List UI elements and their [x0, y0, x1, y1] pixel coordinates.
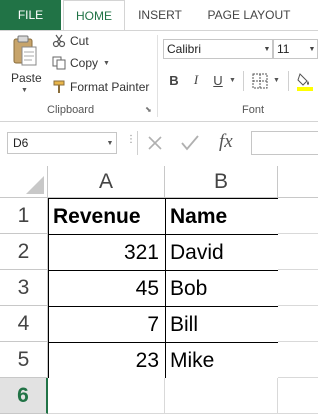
- cell-a1[interactable]: Revenue: [48, 198, 166, 235]
- cell-c2[interactable]: [278, 234, 318, 270]
- cancel-icon[interactable]: [146, 134, 164, 152]
- row-header-2[interactable]: 2: [0, 234, 48, 270]
- insert-function-icon[interactable]: fx: [219, 131, 233, 153]
- enter-checkmark-icon[interactable]: [180, 134, 200, 152]
- chevron-down-icon: ▼: [21, 87, 28, 94]
- copy-icon: [52, 56, 66, 70]
- tab-home[interactable]: HOME: [63, 0, 125, 30]
- chevron-down-icon[interactable]: ▼: [229, 77, 236, 84]
- cell-b1[interactable]: Name: [165, 198, 279, 235]
- cell-c6[interactable]: [278, 378, 318, 414]
- cell-c4[interactable]: [278, 306, 318, 342]
- cell-b5[interactable]: Mike: [165, 342, 279, 379]
- cell-a4[interactable]: 7: [48, 306, 166, 343]
- formula-input[interactable]: [251, 131, 318, 155]
- cell-b4[interactable]: Bill: [165, 306, 279, 343]
- row-header-3[interactable]: 3: [0, 270, 48, 306]
- cell-b6[interactable]: [165, 378, 278, 414]
- select-all-corner[interactable]: [0, 166, 48, 198]
- cell-a2[interactable]: 321: [48, 234, 166, 271]
- fill-color-icon[interactable]: [296, 71, 314, 91]
- spreadsheet-grid: A B 1 2 3 4 5 6 Revenue Name 321 David 4…: [0, 166, 318, 414]
- bold-button[interactable]: B: [165, 71, 183, 89]
- font-name-value: Calibri: [167, 42, 202, 56]
- cell-c5[interactable]: [278, 342, 318, 378]
- row-header-6[interactable]: 6: [0, 378, 48, 414]
- column-header-a[interactable]: A: [48, 166, 165, 198]
- italic-button[interactable]: I: [187, 71, 205, 89]
- cell-c1[interactable]: [278, 198, 318, 234]
- font-size-value: 11: [277, 42, 290, 56]
- cell-a3[interactable]: 45: [48, 270, 166, 307]
- font-group-label: Font: [242, 104, 265, 116]
- separator: [288, 71, 289, 91]
- formula-bar-handle[interactable]: ⋮: [126, 134, 136, 145]
- borders-icon[interactable]: [252, 73, 268, 89]
- row-header-1[interactable]: 1: [0, 198, 48, 234]
- format-painter-button[interactable]: Format Painter: [52, 80, 149, 94]
- underline-button[interactable]: U: [209, 71, 227, 89]
- name-box[interactable]: D6 ▼: [7, 132, 117, 154]
- column-header-c[interactable]: [278, 166, 318, 198]
- chevron-down-icon: ▼: [263, 45, 271, 53]
- paste-button[interactable]: Paste ▼: [8, 35, 44, 97]
- dialog-launcher-icon[interactable]: ⬊: [145, 105, 152, 114]
- row-header-5[interactable]: 5: [0, 342, 48, 378]
- separator: [243, 71, 244, 91]
- paintbrush-icon: [53, 80, 65, 93]
- cell-b2[interactable]: David: [165, 234, 279, 271]
- chevron-down-icon: ▼: [106, 139, 114, 147]
- tab-page-layout[interactable]: PAGE LAYOUT: [200, 0, 298, 30]
- cut-button[interactable]: Cut: [52, 34, 89, 48]
- copy-label: Copy: [70, 56, 99, 70]
- ribbon: Paste ▼ Cut Copy ▼ Format Painter Clipbo…: [0, 30, 318, 122]
- cell-a6[interactable]: [48, 378, 165, 414]
- file-tab[interactable]: FILE: [0, 0, 61, 30]
- ribbon-tab-bar: FILE HOME INSERT PAGE LAYOUT: [0, 0, 318, 30]
- clipboard-group-label: Clipboard: [47, 104, 95, 116]
- paste-label: Paste: [11, 71, 42, 85]
- formula-bar: D6 ▼ ⋮ fx: [0, 122, 318, 166]
- group-divider: [157, 35, 158, 117]
- copy-button[interactable]: Copy ▼: [52, 56, 110, 70]
- name-box-value: D6: [13, 136, 29, 150]
- cell-c3[interactable]: [278, 270, 318, 306]
- row-header-4[interactable]: 4: [0, 306, 48, 342]
- column-header-b[interactable]: B: [165, 166, 278, 198]
- chevron-down-icon: ▼: [308, 45, 316, 53]
- cell-a5[interactable]: 23: [48, 342, 166, 379]
- format-painter-label: Format Painter: [70, 80, 150, 94]
- scissors-icon: [52, 34, 66, 48]
- chevron-down-icon[interactable]: ▼: [103, 60, 110, 67]
- tab-insert[interactable]: INSERT: [128, 0, 192, 30]
- cut-label: Cut: [70, 34, 89, 48]
- font-size-dropdown[interactable]: 11 ▼: [273, 39, 318, 59]
- select-all-triangle-icon: [26, 176, 44, 194]
- font-name-dropdown[interactable]: Calibri ▼: [163, 39, 273, 59]
- chevron-down-icon[interactable]: ▼: [273, 77, 280, 84]
- clipboard-icon: [13, 35, 37, 66]
- separator: [137, 131, 138, 155]
- cell-b3[interactable]: Bob: [165, 270, 279, 307]
